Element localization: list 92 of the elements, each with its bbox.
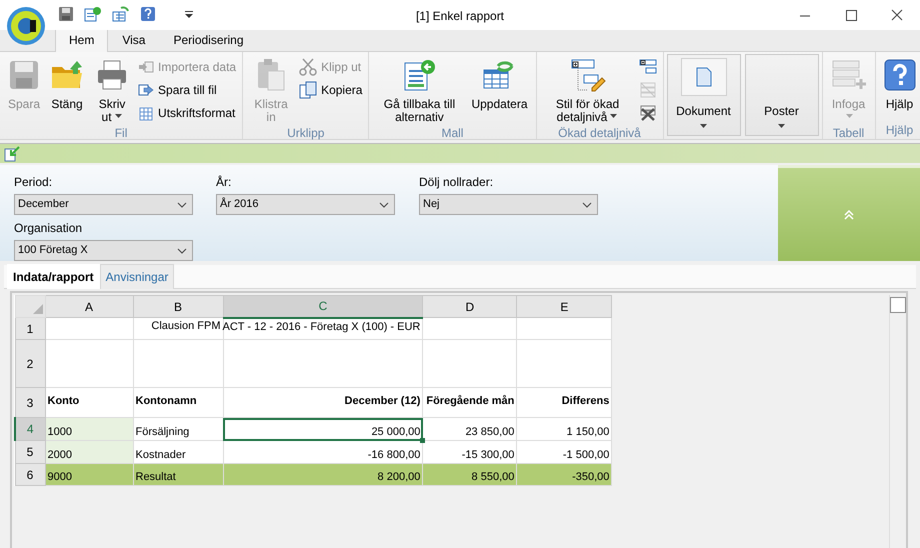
dropdown-field[interactable]: 100 Företag X — [14, 240, 193, 261]
field-label: År: — [216, 174, 232, 191]
document-tab[interactable]: Anvisningar — [100, 264, 174, 289]
help-icon[interactable] — [140, 6, 156, 22]
scroll-button[interactable] — [890, 297, 906, 313]
document-icon — [402, 58, 436, 92]
table-cell: Kostnader — [136, 448, 186, 460]
column-header[interactable]: A — [45, 296, 133, 318]
table-cell: December (12) — [344, 394, 420, 406]
table-cell: -15 300,00 — [462, 448, 514, 460]
chevron-icon — [582, 202, 592, 208]
table-cell: Föregående mån — [426, 394, 514, 406]
table-icon — [138, 105, 154, 121]
rows-icon — [830, 58, 866, 92]
column-header[interactable]: E — [516, 296, 612, 318]
ribbon-button[interactable]: Skriv ut — [90, 54, 134, 126]
save-icon[interactable] — [58, 6, 74, 22]
column-header[interactable]: D — [422, 296, 517, 318]
floppy-icon — [8, 59, 40, 91]
chevron-icon — [177, 202, 187, 208]
ribbon-button[interactable]: Stil för ökad detaljnivå — [540, 54, 634, 126]
row-header[interactable]: 2 — [15, 340, 45, 388]
chevron-icon — [379, 202, 389, 208]
document-icon[interactable] — [84, 6, 102, 22]
table-cell: -16 800,00 — [368, 448, 420, 460]
ribbon-tab[interactable]: Periodisering — [159, 28, 258, 52]
table-cell: 8 550,00 — [472, 470, 514, 482]
clipboard-icon — [255, 58, 288, 92]
table-cell: Försäljning — [136, 426, 190, 438]
table-cell: 2000 — [48, 448, 72, 460]
row-header[interactable]: 3 — [15, 388, 45, 418]
table-cell: -1 500,00 — [562, 448, 610, 460]
group-label: Ökad detaljnivå — [557, 126, 642, 140]
ribbon-button[interactable]: Poster — [744, 54, 818, 136]
column-header[interactable]: B — [133, 296, 223, 318]
table-cell: Resultat — [136, 470, 176, 482]
table-cell: 1 150,00 — [566, 426, 610, 438]
tree-icon — [570, 58, 606, 92]
table-cell: 25 000,00 — [371, 426, 420, 438]
ribbon-button[interactable]: Hjälp — [880, 54, 920, 123]
folder-icon — [50, 59, 84, 91]
group-label: Urklipp — [286, 126, 326, 140]
ribbon-button[interactable]: Uppdatera — [467, 54, 532, 126]
table-cell: -350,00 — [572, 470, 610, 482]
table-cell: 1000 — [48, 426, 72, 438]
table-cell: Kontonamn — [136, 394, 197, 406]
field-label: Organisation — [14, 220, 84, 237]
window-title: [1] Enkel rapport — [416, 9, 504, 23]
refresh-icon — [482, 59, 516, 91]
ribbon-button[interactable]: Stäng — [46, 54, 88, 126]
table-cell: Clausion FPM — [151, 320, 220, 332]
ribbon-button[interactable]: Spara till fil — [136, 80, 238, 100]
row-header[interactable]: 1 — [15, 318, 45, 340]
scissors-icon — [299, 58, 318, 76]
group-label: Hjälp — [884, 123, 914, 139]
help-icon — [884, 59, 916, 91]
table-cell: Konto — [48, 394, 80, 406]
export-icon — [138, 83, 154, 97]
dropdown-field[interactable]: År 2016 — [216, 194, 395, 215]
table-cell: 23 850,00 — [465, 426, 514, 438]
fill-handle[interactable] — [420, 438, 426, 443]
table-cell: 9000 — [48, 470, 72, 482]
column-header[interactable]: C — [223, 296, 423, 318]
table-cell: Differens — [562, 394, 610, 406]
table-cell: 8 200,00 — [378, 470, 420, 482]
row-header[interactable]: 4 — [15, 418, 45, 440]
tree-icon[interactable] — [638, 59, 656, 75]
delete-icon[interactable] — [638, 105, 656, 121]
row-header[interactable]: 6 — [15, 464, 45, 486]
group-label: Tabell — [832, 126, 866, 140]
page-icon — [696, 67, 712, 87]
ribbon-button[interactable]: Kopiera — [297, 80, 364, 100]
import-icon — [138, 60, 154, 74]
ribbon-button[interactable]: Gå tillbaka till alternativ — [373, 54, 466, 126]
ribbon-button[interactable]: Utskriftsformat — [136, 103, 238, 123]
chevron-icon — [177, 248, 187, 254]
table-cell: ACT - 12 - 2016 - Företag X (100) - EUR — [222, 320, 420, 332]
row-header[interactable]: 5 — [15, 440, 45, 464]
document-tab[interactable]: Indata/rapport — [7, 264, 100, 289]
field-label: Period: — [14, 174, 54, 191]
field-label: Dölj nollrader: — [419, 174, 494, 191]
refresh-icon[interactable] — [112, 6, 130, 22]
group-label: Mall — [440, 126, 464, 140]
printer-icon — [96, 59, 128, 91]
group-label: Fil — [114, 126, 128, 140]
ribbon-tab[interactable]: Visa — [108, 28, 160, 52]
ribbon-button[interactable]: Dokument — [666, 54, 740, 136]
copy-icon — [299, 81, 318, 99]
ribbon-tab[interactable]: Hem — [55, 28, 108, 52]
dropdown-field[interactable]: December — [14, 194, 193, 215]
dropdown-field[interactable]: Nej — [419, 194, 598, 215]
export-icon[interactable] — [4, 146, 20, 162]
